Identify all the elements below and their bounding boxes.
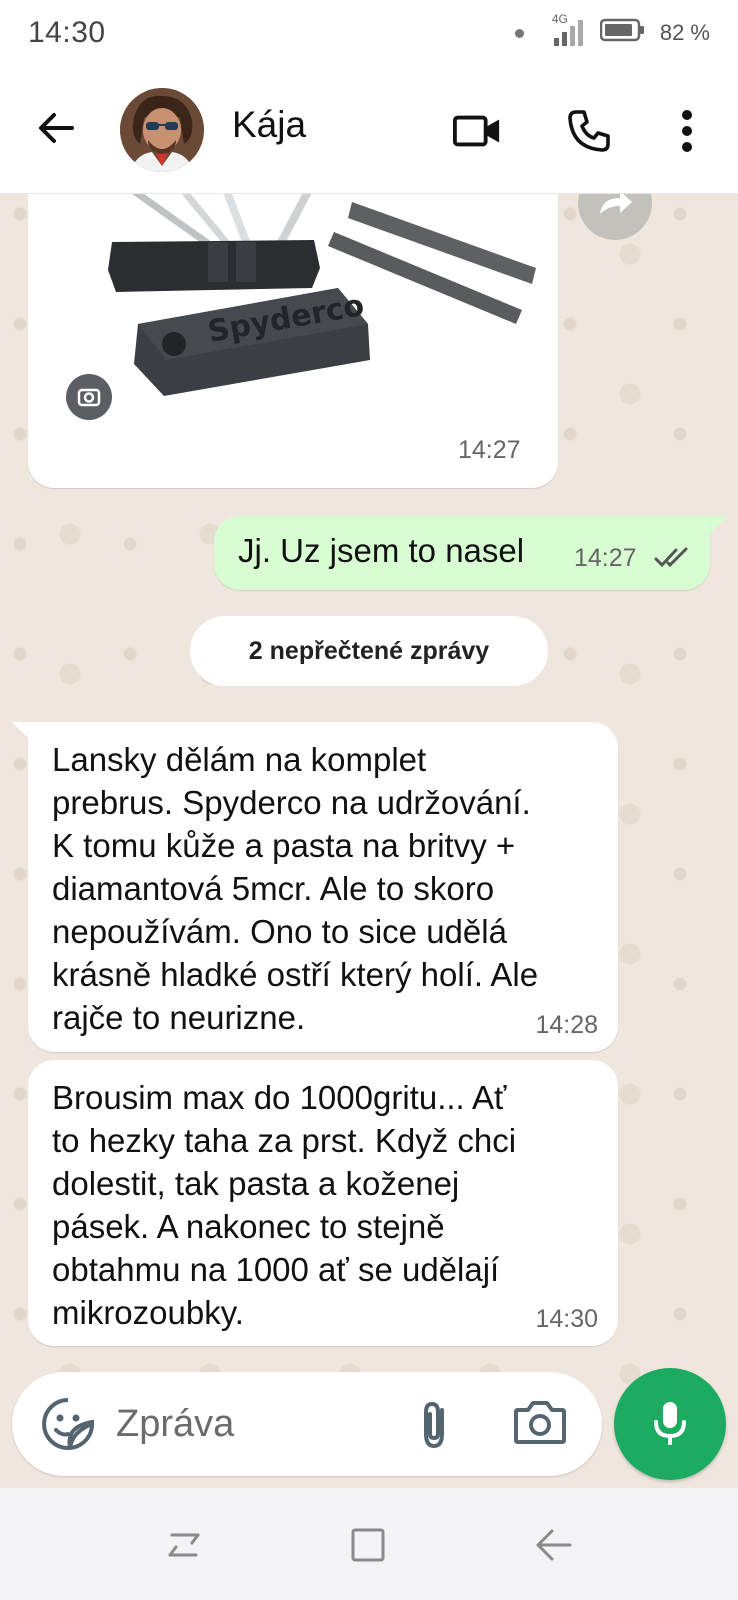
message-time: 14:27	[574, 544, 637, 572]
back-nav-icon	[536, 1529, 572, 1561]
back-button[interactable]	[34, 106, 78, 150]
phone-call-icon	[568, 110, 610, 152]
system-navigation-bar	[0, 1488, 738, 1600]
camera-button[interactable]	[512, 1396, 572, 1452]
voice-message-button[interactable]	[614, 1368, 726, 1480]
recent-apps-icon	[168, 1533, 200, 1557]
camera-icon	[514, 1401, 566, 1444]
paperclip-icon	[424, 1401, 444, 1449]
network-type: 4G	[551, 12, 568, 26]
incoming-message[interactable]: Lansky dělám na komplet prebrus. Spyderc…	[28, 722, 618, 1052]
message-time: 14:28	[535, 1011, 598, 1039]
phone-call-button[interactable]	[564, 106, 614, 156]
sticker-icon	[42, 1398, 94, 1450]
avatar[interactable]	[120, 88, 204, 172]
message-time: 14:30	[535, 1305, 598, 1333]
more-options-icon	[682, 110, 692, 152]
chat-header: Kája	[0, 66, 738, 194]
message-image[interactable]: Spyderco	[38, 194, 548, 422]
home-square-icon	[351, 1528, 385, 1562]
forward-button[interactable]	[578, 194, 652, 240]
scan-icon[interactable]	[66, 374, 112, 420]
incoming-message[interactable]: Brousim max do 1000gritu... Ať to hezky …	[28, 1060, 618, 1346]
more-options-button[interactable]	[662, 106, 712, 156]
notification-dot-icon	[514, 28, 524, 38]
signal-icon: 4G	[552, 12, 586, 48]
chat-area[interactable]: Spyderco 14:27 Jj. Uz jsem to nasel 14:2…	[0, 194, 738, 1486]
image-message[interactable]: Spyderco 14:27	[28, 194, 558, 488]
back-nav-button[interactable]	[524, 1518, 584, 1572]
contact-name[interactable]: Kája	[232, 104, 306, 146]
message-composer	[12, 1372, 602, 1476]
status-indicators: 4G 82 %	[514, 12, 710, 48]
status-time: 14:30	[28, 16, 106, 49]
microphone-icon	[654, 1402, 686, 1445]
battery-percent: 82 %	[659, 20, 710, 45]
video-call-icon	[452, 115, 500, 147]
battery-icon	[599, 18, 646, 48]
message-time: 14:27	[458, 436, 521, 464]
video-call-button[interactable]	[452, 106, 502, 156]
home-button[interactable]	[338, 1518, 398, 1572]
outgoing-message[interactable]: Jj. Uz jsem to nasel 14:27	[214, 516, 710, 590]
status-bar: 14:30 4G 82 %	[0, 0, 738, 66]
back-arrow-icon	[39, 113, 74, 143]
recent-apps-button[interactable]	[154, 1518, 214, 1572]
sticker-button[interactable]	[40, 1396, 96, 1452]
forward-icon	[600, 194, 632, 214]
message-input[interactable]	[116, 1392, 386, 1456]
message-text: Brousim max do 1000gritu... Ať to hezky …	[52, 1079, 517, 1331]
message-text: Jj. Uz jsem to nasel	[238, 532, 525, 569]
read-ticks-icon	[654, 547, 688, 568]
attach-button[interactable]	[408, 1396, 464, 1452]
message-text: Lansky dělám na komplet prebrus. Spyderc…	[52, 741, 539, 1036]
unread-messages-divider: 2 nepřečtené zprávy	[190, 616, 548, 686]
